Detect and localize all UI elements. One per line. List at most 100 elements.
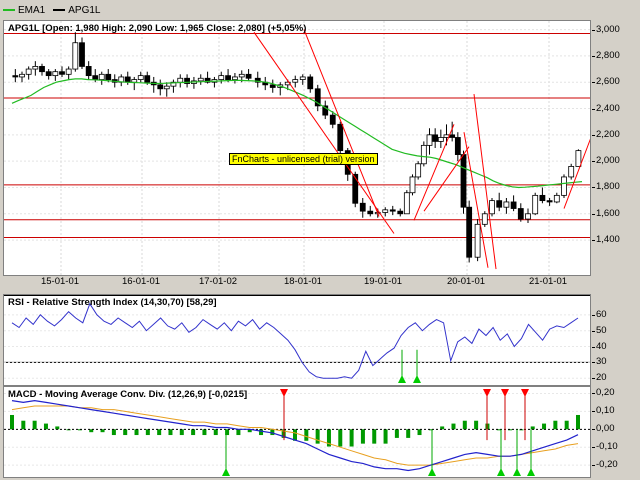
candle-body (79, 42, 85, 67)
legend-swatch-ema (3, 9, 15, 11)
legend-label-ema: EMA1 (18, 4, 46, 16)
candle-body (496, 200, 503, 208)
axis-tick-label: 30 (596, 356, 607, 368)
trial-watermark: FnCharts - unlicensed (trial) version (229, 153, 378, 165)
candle-body (92, 75, 99, 80)
date-tick-label: 16-01-01 (121, 276, 161, 287)
candle-body (197, 77, 204, 82)
trend-line (253, 31, 395, 234)
rsi-pane[interactable]: RSI - Relative Strength Index (14,30,70)… (3, 294, 591, 386)
legend-swatch-price (53, 9, 66, 11)
candle-body (329, 114, 336, 125)
candle-body (403, 192, 410, 215)
macd-histogram-bar (202, 429, 207, 436)
candle-body (568, 166, 575, 178)
candle-body (59, 71, 65, 75)
axis-tick (592, 29, 595, 31)
candle-body (225, 75, 231, 80)
candle-body (539, 194, 546, 202)
candle-body (466, 206, 473, 258)
candle-body (238, 73, 245, 78)
price-pane-title: APG1L [Open: 1,980 High: 2,090 Low: 1,96… (8, 23, 307, 34)
macd-histogram-bar (304, 429, 309, 441)
candle-body (517, 208, 524, 220)
trend-line (563, 138, 590, 209)
axis-tick (592, 378, 595, 380)
candle-body (397, 210, 404, 215)
candle-body (39, 66, 45, 73)
axis-tick-label: 2,600 (596, 76, 620, 88)
macd-histogram-bar (111, 429, 116, 436)
macd-histogram-bar (338, 429, 343, 447)
axis-tick-label: 0,00 (596, 423, 615, 435)
macd-pane[interactable]: MACD - Moving Average Conv. Div. (12,26,… (3, 386, 591, 478)
axis-tick (592, 213, 595, 215)
axis-tick (592, 447, 595, 449)
axis-tick (592, 429, 595, 431)
axis-tick-label: 1,800 (596, 181, 620, 193)
price-y-axis: 3,000 2,800 2,600 2,400 2,200 2,000 1,800 1,600… (592, 20, 638, 276)
price-chart-plot[interactable] (4, 21, 590, 275)
candle-body (481, 213, 488, 225)
macd-histogram-bar (383, 429, 388, 444)
candle-body (269, 84, 276, 88)
rsi-pane-title: RSI - Relative Strength Index (14,30,70)… (8, 297, 217, 308)
candle-body (25, 68, 32, 75)
axis-tick (592, 314, 595, 316)
candle-body (72, 42, 79, 70)
candle-body (460, 154, 467, 208)
axis-tick-label: 40 (596, 340, 607, 352)
axis-tick (592, 134, 595, 136)
sell-signal-marker (521, 389, 529, 397)
rsi-plot[interactable] (4, 295, 590, 385)
candle-body (157, 84, 164, 90)
macd-histogram-bar (10, 414, 14, 430)
candle-body (525, 213, 531, 220)
legend-item-ema[interactable]: EMA1 (3, 5, 45, 16)
axis-tick (592, 362, 595, 364)
axis-tick (592, 240, 595, 242)
price-chart-pane[interactable]: APG1L [Open: 1,980 High: 2,090 Low: 1,96… (3, 20, 591, 276)
macd-histogram-bar (191, 429, 196, 436)
candle-body (454, 137, 461, 155)
candle-body (245, 73, 252, 79)
macd-histogram-bar (43, 423, 48, 430)
macd-histogram-bar (236, 429, 241, 436)
candle-body (420, 144, 427, 165)
legend-item-price[interactable]: APG1L (53, 5, 100, 16)
buy-signal-marker (497, 468, 505, 476)
date-tick-label: 17-01-02 (198, 276, 238, 287)
candle-body (144, 75, 151, 83)
macd-plot[interactable] (4, 387, 590, 477)
candle-body (12, 75, 19, 78)
axis-tick (592, 82, 595, 84)
candle-body (382, 209, 389, 213)
macd-histogram-bar (406, 429, 411, 438)
candle-body (546, 200, 553, 203)
buy-signal-marker (428, 468, 436, 476)
macd-histogram-bar (134, 429, 139, 436)
macd-histogram-bar (123, 429, 128, 436)
candle-body (137, 75, 144, 80)
axis-tick-label: 1,400 (596, 234, 620, 246)
candle-body (232, 76, 238, 80)
axis-tick-label: 2,200 (596, 128, 620, 140)
macd-histogram-bar (32, 420, 37, 430)
candle-body (131, 79, 138, 83)
macd-histogram-bar (576, 414, 580, 430)
axis-tick-label: 0,20 (596, 387, 615, 399)
candle-body (177, 77, 184, 83)
date-tick-label: 19-01-01 (363, 276, 403, 287)
macd-histogram-bar (349, 429, 354, 447)
macd-histogram-bar (157, 429, 162, 436)
macd-histogram-bar (372, 429, 377, 444)
axis-tick-label: 60 (596, 308, 607, 320)
candle-body (163, 85, 170, 90)
ema-line (11, 78, 583, 189)
axis-tick-label: 1,600 (596, 207, 620, 219)
macd-histogram-bar (564, 420, 569, 430)
candle-body (553, 194, 560, 203)
axis-tick (592, 108, 595, 110)
buy-signal-marker (398, 375, 406, 383)
axis-tick-label: -0,10 (596, 441, 618, 453)
